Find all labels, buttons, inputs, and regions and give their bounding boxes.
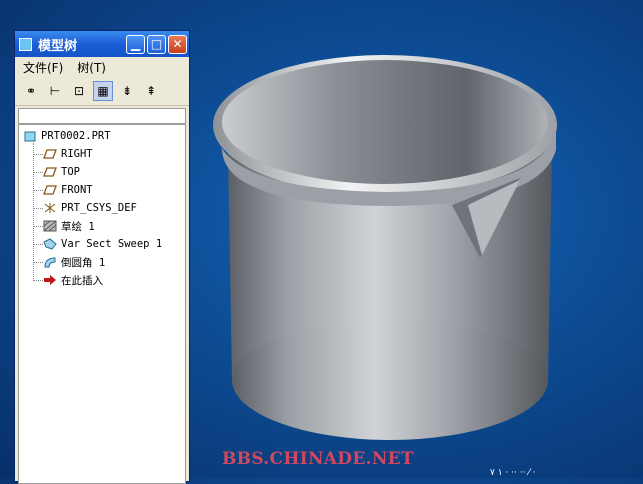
- model-tree-panel: 模型树 ▁ □ ✕ 文件(F) 树(T) ⚭ ⊢ ⊡ ▦ ⇟ ⇞ PRT0002…: [14, 30, 190, 484]
- tree-show-icon[interactable]: ⊢: [45, 81, 65, 101]
- tree-branch: [33, 172, 43, 173]
- tree-item-label: 倒圆角 1: [61, 256, 106, 269]
- status-text: ١ ٧ · ·· ·· ⁄ ·: [490, 468, 536, 478]
- tree-root[interactable]: PRT0002.PRT: [23, 127, 111, 145]
- tree-item-label: TOP: [61, 166, 80, 178]
- tree-root-label: PRT0002.PRT: [41, 130, 111, 142]
- panel-titlebar[interactable]: 模型树 ▁ □ ✕: [15, 31, 189, 57]
- expand-tree-icon[interactable]: ⇟: [117, 81, 137, 101]
- tree-branch: [33, 262, 43, 263]
- tree-item-label: Var Sect Sweep 1: [61, 238, 163, 250]
- tree-item[interactable]: FRONT: [43, 181, 93, 199]
- collapse-tree-icon[interactable]: ⇞: [141, 81, 161, 101]
- tree-item[interactable]: 倒圆角 1: [43, 253, 105, 271]
- tree-connector: [33, 143, 34, 281]
- tree-filter-field[interactable]: [18, 108, 186, 124]
- sketch-icon: [43, 220, 57, 232]
- tree-item[interactable]: 在此插入: [43, 271, 103, 289]
- maximize-button[interactable]: □: [147, 34, 166, 54]
- settings-filter-icon[interactable]: ▦: [93, 81, 113, 101]
- round-icon: [43, 256, 57, 268]
- tree-branch: [33, 244, 43, 245]
- tree-branch: [33, 208, 43, 209]
- tree-item-label: PRT_CSYS_DEF: [61, 202, 137, 214]
- tree-item[interactable]: Var Sect Sweep 1: [43, 235, 162, 253]
- menubar: 文件(F) 树(T): [15, 57, 189, 77]
- tree-item[interactable]: TOP: [43, 163, 80, 181]
- datum-plane-icon: [43, 148, 57, 160]
- menu-tree[interactable]: 树(T): [77, 59, 106, 76]
- binoculars-icon[interactable]: ⚭: [21, 81, 41, 101]
- part-icon: [23, 130, 37, 142]
- datum-plane-icon: [43, 184, 57, 196]
- tree-item-label: 草绘 1: [61, 220, 95, 233]
- watermark-text: BBS.CHINADE.NET: [222, 449, 414, 469]
- tree-columns-icon[interactable]: ⊡: [69, 81, 89, 101]
- tree-item[interactable]: 草绘 1: [43, 217, 95, 235]
- tree-item[interactable]: PRT_CSYS_DEF: [43, 199, 137, 217]
- tree-item-label: RIGHT: [61, 148, 93, 160]
- csys-icon: [43, 202, 57, 214]
- tree-item-label: FRONT: [61, 184, 93, 196]
- insert-here-icon: [43, 274, 57, 286]
- tree-item[interactable]: RIGHT: [43, 145, 93, 163]
- tree-branch: [33, 154, 43, 155]
- panel-title: 模型树: [38, 38, 78, 54]
- tree-branch: [33, 190, 43, 191]
- tree-item-label: 在此插入: [61, 274, 103, 287]
- datum-plane-icon: [43, 166, 57, 178]
- close-button[interactable]: ✕: [168, 34, 187, 54]
- sweep-icon: [43, 238, 57, 250]
- model-tree-icon: [19, 37, 32, 51]
- model-tree: PRT0002.PRT RIGHT TOP FRONT PRT_CSYS_DEF…: [18, 124, 186, 484]
- tree-branch: [33, 226, 43, 227]
- tree-branch: [33, 280, 43, 281]
- menu-file[interactable]: 文件(F): [23, 59, 63, 76]
- minimize-button[interactable]: ▁: [126, 34, 145, 54]
- tree-toolbar: ⚭ ⊢ ⊡ ▦ ⇟ ⇞: [15, 77, 189, 106]
